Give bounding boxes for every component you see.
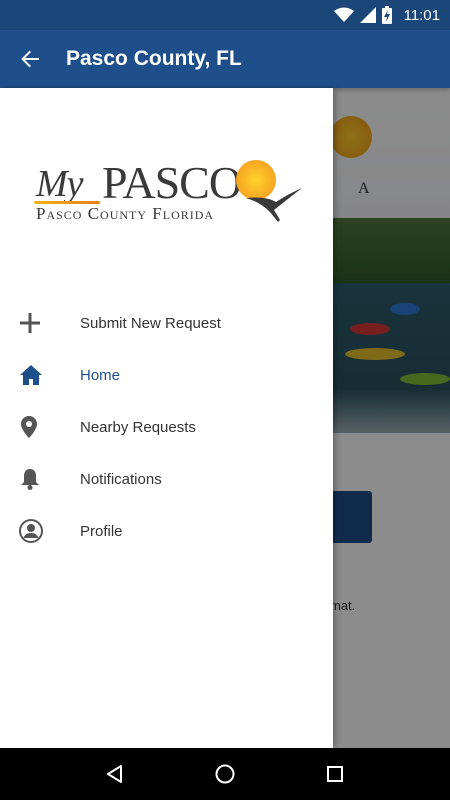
nav-home-button[interactable] xyxy=(205,754,245,794)
status-bar: 11:01 xyxy=(0,0,450,30)
nav-recents-button[interactable] xyxy=(315,754,355,794)
recents-square-icon xyxy=(327,766,343,782)
drawer-menu: Submit New Request Home Nearby Requests xyxy=(0,297,333,557)
menu-item-label: Home xyxy=(80,366,121,384)
navigation-drawer: My PASCO Pasco County Florida Submit New… xyxy=(0,88,333,748)
system-nav-bar xyxy=(0,748,450,800)
menu-item-submit-request[interactable]: Submit New Request xyxy=(0,297,333,349)
logo-my: My xyxy=(36,163,84,205)
arrow-back-icon xyxy=(21,50,39,68)
wifi-icon xyxy=(333,7,354,22)
signal-icon xyxy=(359,7,376,23)
plus-icon xyxy=(20,313,40,333)
bell-icon xyxy=(21,469,39,490)
back-triangle-icon xyxy=(107,765,122,783)
mypasco-logo: My PASCO Pasco County Florida xyxy=(32,156,302,228)
app-bar: Pasco County, FL xyxy=(0,30,450,88)
home-circle-icon xyxy=(215,764,235,784)
heron-icon xyxy=(246,188,302,222)
back-button[interactable] xyxy=(0,30,60,88)
menu-item-label: Profile xyxy=(80,522,123,540)
menu-item-profile[interactable]: Profile xyxy=(0,505,333,557)
profile-icon xyxy=(19,519,43,543)
home-icon xyxy=(20,365,42,385)
status-icons: 11:01 xyxy=(333,0,440,30)
menu-item-label: Nearby Requests xyxy=(80,418,196,436)
menu-item-notifications[interactable]: Notifications xyxy=(0,453,333,505)
menu-item-label: Submit New Request xyxy=(80,314,221,332)
menu-item-label: Notifications xyxy=(80,470,162,488)
page-title: Pasco County, FL xyxy=(66,47,242,70)
logo-pasco: PASCO xyxy=(102,157,242,208)
map-pin-icon xyxy=(21,416,37,438)
battery-charging-icon xyxy=(381,6,392,24)
menu-item-nearby-requests[interactable]: Nearby Requests xyxy=(0,401,333,453)
logo-subtitle: Pasco County Florida xyxy=(36,204,215,223)
nav-back-button[interactable] xyxy=(95,754,135,794)
status-time: 11:01 xyxy=(403,6,440,24)
menu-item-home[interactable]: Home xyxy=(0,349,333,401)
